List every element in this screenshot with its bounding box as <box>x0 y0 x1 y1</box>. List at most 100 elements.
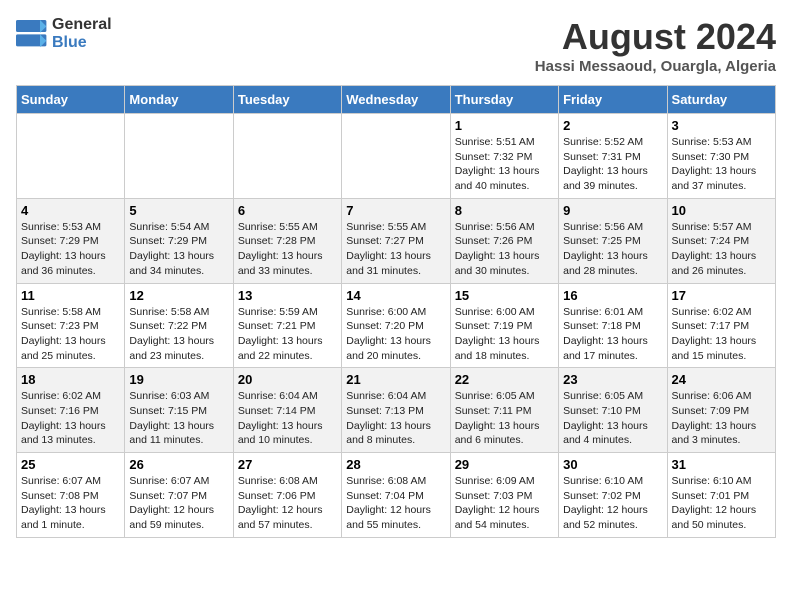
calendar-cell: 28Sunrise: 6:08 AM Sunset: 7:04 PM Dayli… <box>342 453 450 538</box>
day-number: 26 <box>129 457 228 472</box>
day-number: 6 <box>238 203 337 218</box>
day-number: 2 <box>563 118 662 133</box>
month-title: August 2024 <box>535 16 776 58</box>
day-info: Sunrise: 5:51 AM Sunset: 7:32 PM Dayligh… <box>455 135 554 194</box>
location-subtitle: Hassi Messaoud, Ouargla, Algeria <box>535 58 776 75</box>
day-number: 8 <box>455 203 554 218</box>
calendar-cell: 29Sunrise: 6:09 AM Sunset: 7:03 PM Dayli… <box>450 453 558 538</box>
day-info: Sunrise: 6:08 AM Sunset: 7:06 PM Dayligh… <box>238 474 337 533</box>
calendar-cell: 20Sunrise: 6:04 AM Sunset: 7:14 PM Dayli… <box>233 368 341 453</box>
calendar-cell: 8 Sunrise: 5:56 AM Sunset: 7:26 PM Daylig… <box>450 198 558 283</box>
day-info: Sunrise: 6:06 AM Sunset: 7:09 PM Dayligh… <box>672 389 771 448</box>
day-number: 18 <box>21 372 120 387</box>
day-number: 16 <box>563 288 662 303</box>
day-info: Sunrise: 6:05 AM Sunset: 7:11 PM Dayligh… <box>455 389 554 448</box>
day-number: 15 <box>455 288 554 303</box>
calendar-table: SundayMondayTuesdayWednesdayThursdayFrid… <box>16 85 776 538</box>
day-info: Sunrise: 6:07 AM Sunset: 7:08 PM Dayligh… <box>21 474 120 533</box>
calendar-cell: 24Sunrise: 6:06 AM Sunset: 7:09 PM Dayli… <box>667 368 775 453</box>
day-info: Sunrise: 5:58 AM Sunset: 7:23 PM Dayligh… <box>21 305 120 364</box>
day-number: 13 <box>238 288 337 303</box>
calendar-cell: 30 Sunrise: 6:10 AM Sunset: 7:02 PM Dayli… <box>559 453 667 538</box>
calendar-cell: 19 Sunrise: 6:03 AM Sunset: 7:15 PM Dayli… <box>125 368 233 453</box>
calendar-cell: 26 Sunrise: 6:07 AM Sunset: 7:07 PM Dayli… <box>125 453 233 538</box>
day-number: 28 <box>346 457 445 472</box>
day-number: 11 <box>21 288 120 303</box>
day-number: 17 <box>672 288 771 303</box>
day-info: Sunrise: 5:53 AM Sunset: 7:30 PM Dayligh… <box>672 135 771 194</box>
day-info: Sunrise: 6:02 AM Sunset: 7:17 PM Dayligh… <box>672 305 771 364</box>
day-header-friday: Friday <box>559 86 667 114</box>
calendar-cell: 13 Sunrise: 5:59 AM Sunset: 7:21 PM Dayli… <box>233 283 341 368</box>
day-header-tuesday: Tuesday <box>233 86 341 114</box>
day-number: 1 <box>455 118 554 133</box>
day-number: 30 <box>563 457 662 472</box>
day-header-wednesday: Wednesday <box>342 86 450 114</box>
day-number: 23 <box>563 372 662 387</box>
day-number: 5 <box>129 203 228 218</box>
day-number: 22 <box>455 372 554 387</box>
calendar-cell: 12 Sunrise: 5:58 AM Sunset: 7:22 PM Dayli… <box>125 283 233 368</box>
day-info: Sunrise: 6:02 AM Sunset: 7:16 PM Dayligh… <box>21 389 120 448</box>
title-block: August 2024 Hassi Messaoud, Ouargla, Alg… <box>535 16 776 75</box>
calendar-cell: 16 Sunrise: 6:01 AM Sunset: 7:18 PM Dayli… <box>559 283 667 368</box>
calendar-cell: 17 Sunrise: 6:02 AM Sunset: 7:17 PM Dayli… <box>667 283 775 368</box>
calendar-cell <box>233 114 341 199</box>
week-row-1: 1 Sunrise: 5:51 AM Sunset: 7:32 PM Daylig… <box>17 114 776 199</box>
calendar-cell: 25Sunrise: 6:07 AM Sunset: 7:08 PM Dayli… <box>17 453 125 538</box>
day-info: Sunrise: 6:01 AM Sunset: 7:18 PM Dayligh… <box>563 305 662 364</box>
calendar-cell: 14Sunrise: 6:00 AM Sunset: 7:20 PM Dayli… <box>342 283 450 368</box>
calendar-cell: 9 Sunrise: 5:56 AM Sunset: 7:25 PM Daylig… <box>559 198 667 283</box>
day-header-saturday: Saturday <box>667 86 775 114</box>
day-info: Sunrise: 5:55 AM Sunset: 7:27 PM Dayligh… <box>346 220 445 279</box>
day-number: 31 <box>672 457 771 472</box>
day-info: Sunrise: 6:03 AM Sunset: 7:15 PM Dayligh… <box>129 389 228 448</box>
logo-text: General Blue <box>52 16 112 52</box>
week-row-4: 18 Sunrise: 6:02 AM Sunset: 7:16 PM Dayli… <box>17 368 776 453</box>
day-number: 9 <box>563 203 662 218</box>
day-number: 7 <box>346 203 445 218</box>
day-info: Sunrise: 5:54 AM Sunset: 7:29 PM Dayligh… <box>129 220 228 279</box>
day-info: Sunrise: 5:58 AM Sunset: 7:22 PM Dayligh… <box>129 305 228 364</box>
week-row-5: 25Sunrise: 6:07 AM Sunset: 7:08 PM Dayli… <box>17 453 776 538</box>
calendar-cell: 1 Sunrise: 5:51 AM Sunset: 7:32 PM Daylig… <box>450 114 558 199</box>
logo-icon <box>16 20 48 48</box>
day-info: Sunrise: 6:04 AM Sunset: 7:13 PM Dayligh… <box>346 389 445 448</box>
calendar-cell: 22 Sunrise: 6:05 AM Sunset: 7:11 PM Dayli… <box>450 368 558 453</box>
day-number: 4 <box>21 203 120 218</box>
day-info: Sunrise: 5:52 AM Sunset: 7:31 PM Dayligh… <box>563 135 662 194</box>
day-number: 29 <box>455 457 554 472</box>
day-number: 12 <box>129 288 228 303</box>
day-info: Sunrise: 5:57 AM Sunset: 7:24 PM Dayligh… <box>672 220 771 279</box>
calendar-cell: 4 Sunrise: 5:53 AM Sunset: 7:29 PM Daylig… <box>17 198 125 283</box>
calendar-cell: 6 Sunrise: 5:55 AM Sunset: 7:28 PM Daylig… <box>233 198 341 283</box>
calendar-cell <box>342 114 450 199</box>
day-number: 10 <box>672 203 771 218</box>
day-info: Sunrise: 5:56 AM Sunset: 7:26 PM Dayligh… <box>455 220 554 279</box>
day-info: Sunrise: 6:07 AM Sunset: 7:07 PM Dayligh… <box>129 474 228 533</box>
calendar-cell: 15Sunrise: 6:00 AM Sunset: 7:19 PM Dayli… <box>450 283 558 368</box>
calendar-cell <box>17 114 125 199</box>
day-info: Sunrise: 6:10 AM Sunset: 7:02 PM Dayligh… <box>563 474 662 533</box>
day-info: Sunrise: 5:53 AM Sunset: 7:29 PM Dayligh… <box>21 220 120 279</box>
calendar-cell: 7 Sunrise: 5:55 AM Sunset: 7:27 PM Daylig… <box>342 198 450 283</box>
calendar-cell: 3Sunrise: 5:53 AM Sunset: 7:30 PM Daylig… <box>667 114 775 199</box>
day-info: Sunrise: 5:55 AM Sunset: 7:28 PM Dayligh… <box>238 220 337 279</box>
day-info: Sunrise: 5:56 AM Sunset: 7:25 PM Dayligh… <box>563 220 662 279</box>
calendar-cell: 2 Sunrise: 5:52 AM Sunset: 7:31 PM Daylig… <box>559 114 667 199</box>
day-number: 14 <box>346 288 445 303</box>
calendar-cell: 27Sunrise: 6:08 AM Sunset: 7:06 PM Dayli… <box>233 453 341 538</box>
day-header-monday: Monday <box>125 86 233 114</box>
calendar-cell: 23 Sunrise: 6:05 AM Sunset: 7:10 PM Dayli… <box>559 368 667 453</box>
week-row-2: 4 Sunrise: 5:53 AM Sunset: 7:29 PM Daylig… <box>17 198 776 283</box>
day-number: 20 <box>238 372 337 387</box>
calendar-header-row: SundayMondayTuesdayWednesdayThursdayFrid… <box>17 86 776 114</box>
day-number: 19 <box>129 372 228 387</box>
calendar-cell <box>125 114 233 199</box>
calendar-cell: 31Sunrise: 6:10 AM Sunset: 7:01 PM Dayli… <box>667 453 775 538</box>
calendar-cell: 10 Sunrise: 5:57 AM Sunset: 7:24 PM Dayli… <box>667 198 775 283</box>
day-header-thursday: Thursday <box>450 86 558 114</box>
day-header-sunday: Sunday <box>17 86 125 114</box>
day-info: Sunrise: 5:59 AM Sunset: 7:21 PM Dayligh… <box>238 305 337 364</box>
day-info: Sunrise: 6:05 AM Sunset: 7:10 PM Dayligh… <box>563 389 662 448</box>
